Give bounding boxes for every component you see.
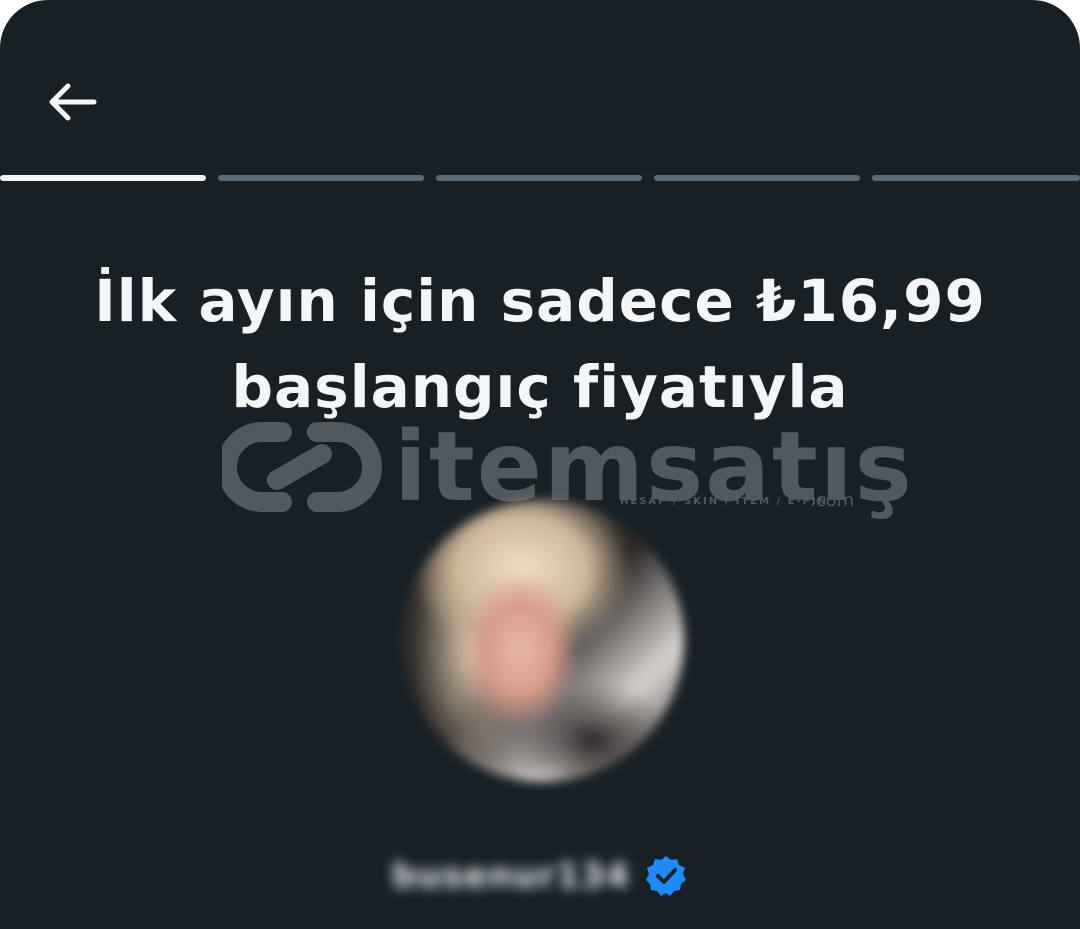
offer-headline: İlk ayın için sadece ₺16,99 başlangıç fi… — [60, 258, 1020, 430]
progress-segment-1 — [0, 175, 206, 181]
progress-segment-5 — [872, 175, 1080, 181]
avatar-frame — [402, 500, 684, 782]
arrow-left-icon — [49, 83, 97, 121]
back-button[interactable] — [36, 66, 108, 138]
verified-badge-icon — [644, 854, 688, 898]
progress-segment-2 — [218, 175, 424, 181]
progress-segment-4 — [654, 175, 860, 181]
username: busenur134 — [392, 856, 630, 896]
offer-headline-line-2: başlangıç fiyatıyla — [231, 353, 849, 421]
subscription-sheet: İlk ayın için sadece ₺16,99 başlangıç fi… — [0, 0, 1080, 929]
watermark-domain: .com — [810, 490, 855, 511]
watermark-tagline: HESAP / SKIN / ITEM / E-PIN — [620, 496, 829, 507]
progress-segment-3 — [436, 175, 642, 181]
step-progress-bar — [0, 175, 1080, 181]
offer-headline-line-1: İlk ayın için sadece ₺16,99 — [94, 267, 986, 335]
profile-name-row: busenur134 — [0, 850, 1080, 902]
